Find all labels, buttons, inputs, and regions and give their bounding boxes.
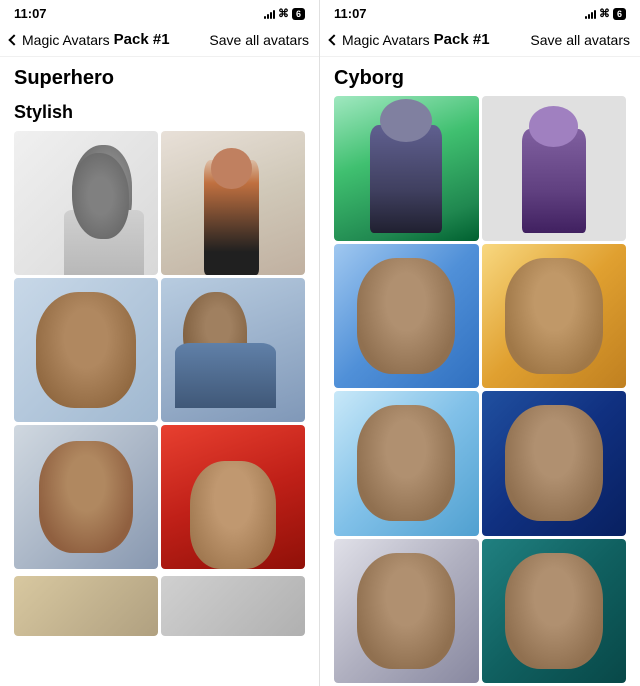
right-image-6[interactable] bbox=[482, 391, 627, 536]
left-image-2[interactable] bbox=[161, 131, 305, 275]
left-partial-2[interactable] bbox=[161, 576, 305, 636]
right-status-bar: 11:07 ⌘ 6 bbox=[320, 0, 640, 25]
right-image-8[interactable] bbox=[482, 539, 627, 684]
right-signal-icon bbox=[585, 9, 596, 19]
right-image-2[interactable] bbox=[482, 96, 627, 241]
right-phone-panel: 11:07 ⌘ 6 Magic Avatars Pack #1 Save all… bbox=[320, 0, 640, 686]
left-subsection-title: Stylish bbox=[0, 96, 319, 131]
left-section-title: Superhero bbox=[0, 57, 319, 96]
left-back-button[interactable]: Magic Avatars bbox=[10, 32, 110, 48]
left-nav-bar: Magic Avatars Pack #1 Save all avatars bbox=[0, 25, 319, 57]
right-image-3[interactable] bbox=[334, 244, 479, 389]
left-wifi-icon: ⌘ bbox=[278, 7, 289, 20]
right-wifi-icon: ⌘ bbox=[599, 7, 610, 20]
right-scroll-content: Cyborg bbox=[320, 57, 640, 686]
left-time: 11:07 bbox=[14, 6, 47, 21]
right-image-5[interactable] bbox=[334, 391, 479, 536]
right-time: 11:07 bbox=[334, 6, 367, 21]
left-phone-panel: 11:07 ⌘ 6 Magic Avatars Pack #1 Save all… bbox=[0, 0, 320, 686]
left-image-6[interactable] bbox=[161, 425, 305, 569]
left-save-button[interactable]: Save all avatars bbox=[209, 32, 309, 48]
left-image-1[interactable] bbox=[14, 131, 158, 275]
right-save-button[interactable]: Save all avatars bbox=[530, 32, 630, 48]
left-status-icons: ⌘ 6 bbox=[264, 7, 305, 20]
left-partial-row bbox=[0, 576, 319, 636]
right-image-1[interactable] bbox=[334, 96, 479, 241]
right-image-7[interactable] bbox=[334, 539, 479, 684]
left-partial-1[interactable] bbox=[14, 576, 158, 636]
right-section-title: Cyborg bbox=[320, 57, 640, 96]
right-image-grid bbox=[320, 96, 640, 686]
left-back-label: Magic Avatars bbox=[22, 32, 110, 48]
left-image-5[interactable] bbox=[14, 425, 158, 569]
right-image-4[interactable] bbox=[482, 244, 627, 389]
right-nav-bar: Magic Avatars Pack #1 Save all avatars bbox=[320, 25, 640, 57]
right-back-label: Magic Avatars bbox=[342, 32, 430, 48]
right-back-button[interactable]: Magic Avatars bbox=[330, 32, 430, 48]
right-pack-label: Pack #1 bbox=[434, 31, 490, 48]
left-status-bar: 11:07 ⌘ 6 bbox=[0, 0, 319, 25]
left-scroll-content: Superhero Stylish bbox=[0, 57, 319, 686]
left-chevron-icon bbox=[8, 34, 19, 45]
right-battery-icon: 6 bbox=[613, 8, 626, 20]
right-status-icons: ⌘ 6 bbox=[585, 7, 626, 20]
left-image-3[interactable] bbox=[14, 278, 158, 422]
left-battery-icon: 6 bbox=[292, 8, 305, 20]
left-image-grid bbox=[0, 131, 319, 573]
left-signal-icon bbox=[264, 9, 275, 19]
left-image-4[interactable] bbox=[161, 278, 305, 422]
right-chevron-icon bbox=[328, 34, 339, 45]
left-pack-label: Pack #1 bbox=[114, 31, 170, 48]
